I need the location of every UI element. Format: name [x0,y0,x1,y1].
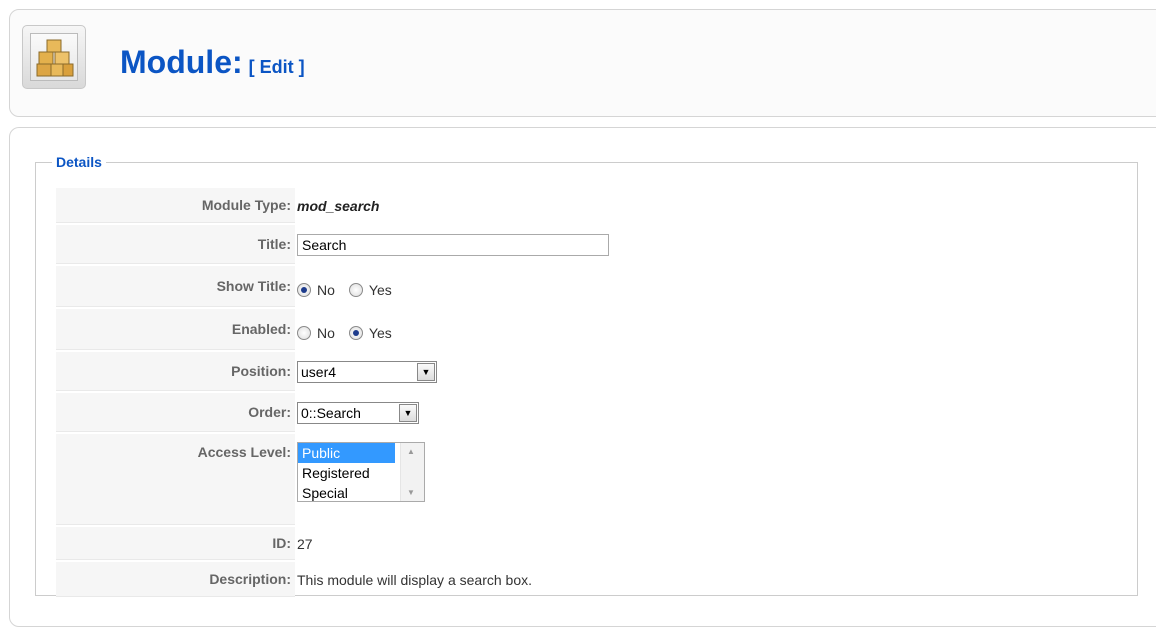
position-value: user4 [301,363,337,380]
row-title: Title: [56,225,609,264]
chevron-down-icon[interactable]: ▼ [399,403,417,422]
access-level-listbox[interactable]: Public Registered Special ▲ ▼ [297,442,425,502]
show-title-no-radio[interactable] [297,282,311,297]
title-label: Title: [56,225,295,264]
enabled-yes-label: Yes [368,324,392,341]
id-value: 27 [297,535,313,552]
page-title: Module:[ Edit ] [120,44,305,80]
order-value: 0::Search [301,404,361,421]
module-cubes-icon [22,25,86,89]
row-id: ID: 27 [56,527,609,560]
show-title-yes-label: Yes [368,281,392,298]
edit-subtitle: [ Edit ] [248,57,305,77]
access-option-special[interactable]: Special [298,483,395,503]
scroll-down-icon[interactable]: ▼ [407,488,415,497]
show-title-label: Show Title: [56,266,295,307]
chevron-down-icon[interactable]: ▼ [417,362,435,381]
row-enabled: Enabled: No Yes [56,309,609,350]
details-legend: Details [56,154,102,170]
row-access-level: Access Level: Public Registered Special … [56,434,609,525]
order-label: Order: [56,393,295,432]
row-show-title: Show Title: No Yes [56,266,609,307]
description-label: Description: [56,562,295,597]
access-option-registered[interactable]: Registered [298,463,395,483]
enabled-label: Enabled: [56,309,295,350]
position-label: Position: [56,352,295,391]
details-table: Module Type: mod_search Title: Show Titl… [56,186,609,599]
id-label: ID: [56,527,295,560]
enabled-no-radio[interactable] [297,325,311,340]
row-module-type: Module Type: mod_search [56,188,609,223]
title-input[interactable] [297,233,609,256]
row-description: Description: This module will display a … [56,562,609,597]
row-position: Position: user4 ▼ [56,352,609,391]
module-type-value: mod_search [297,197,380,214]
row-order: Order: 0::Search ▼ [56,393,609,432]
access-level-label: Access Level: [56,434,295,525]
order-select[interactable]: 0::Search ▼ [297,401,419,424]
scroll-up-icon[interactable]: ▲ [407,447,415,456]
position-select[interactable]: user4 ▼ [297,360,437,383]
show-title-no-label: No [317,281,335,298]
show-title-yes-radio[interactable] [348,282,363,297]
description-value: This module will display a search box. [297,571,532,588]
access-option-public[interactable]: Public [298,443,395,463]
listbox-scrollbar[interactable]: ▲ ▼ [400,443,424,501]
enabled-no-label: No [317,324,335,341]
enabled-yes-radio[interactable] [348,325,363,340]
module-type-label: Module Type: [56,188,295,223]
